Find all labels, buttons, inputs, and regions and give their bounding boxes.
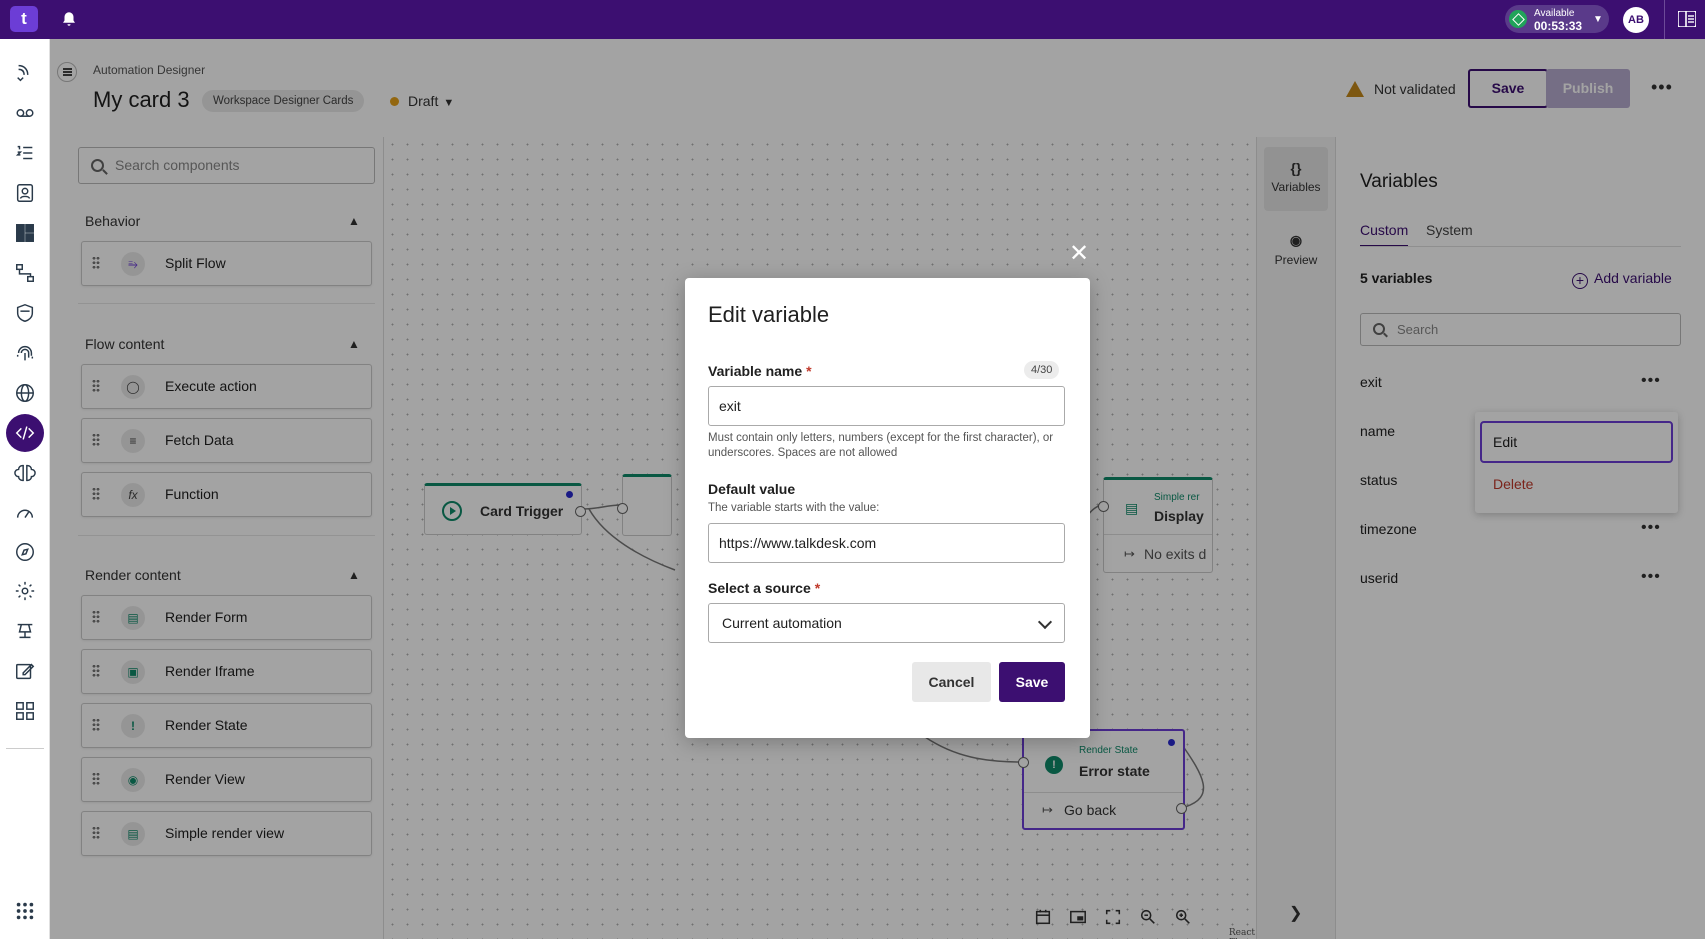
user-avatar[interactable]: AB	[1623, 7, 1649, 33]
status-label: Available	[1534, 8, 1575, 19]
edit-note-icon[interactable]	[12, 658, 38, 684]
ai-brain-icon[interactable]	[12, 460, 38, 486]
app-logo[interactable]: t	[10, 6, 38, 32]
chevron-down-icon	[1037, 614, 1053, 630]
widgets-icon[interactable]	[12, 698, 38, 724]
app-grid-icon[interactable]	[12, 898, 38, 924]
source-label: Select a source *	[708, 580, 820, 596]
required-marker: *	[814, 580, 821, 596]
top-bar: t Available 00:53:33 ▼ AB	[0, 0, 1705, 39]
character-counter: 4/30	[1024, 361, 1060, 379]
fingerprint-icon[interactable]	[12, 340, 38, 366]
default-value-input[interactable]: https://www.talkdesk.com	[708, 523, 1065, 563]
voicemail-icon[interactable]	[12, 100, 38, 126]
automation-designer-icon[interactable]	[6, 414, 44, 452]
topbar-divider	[1664, 0, 1665, 39]
close-icon[interactable]: ✕	[1069, 242, 1089, 266]
contacts-icon[interactable]	[12, 180, 38, 206]
nav-divider	[6, 748, 44, 749]
source-select-value: Current automation	[722, 615, 842, 631]
network-icon[interactable]	[12, 618, 38, 644]
variable-name-help: Must contain only letters, numbers (exce…	[708, 432, 1054, 459]
chevron-down-icon: ▼	[1593, 14, 1603, 25]
bell-icon[interactable]	[60, 10, 78, 28]
apps-menu-icon[interactable]	[1678, 11, 1696, 27]
source-select[interactable]: Current automation	[708, 603, 1065, 643]
status-timer: 00:53:33	[1534, 19, 1583, 33]
compass-icon[interactable]	[12, 539, 38, 565]
shield-icon[interactable]	[12, 300, 38, 326]
edit-variable-dialog: Edit variable Variable name * 4/30 exit M…	[685, 278, 1090, 738]
variable-name-label-text: Variable name	[708, 363, 803, 379]
globe-icon[interactable]	[12, 380, 38, 406]
default-value-help: The variable starts with the value:	[708, 502, 880, 514]
left-navigation	[0, 39, 50, 939]
numbered-list-icon[interactable]	[12, 140, 38, 166]
flow-icon[interactable]	[12, 260, 38, 286]
required-marker: *	[806, 363, 812, 379]
save-button[interactable]: Save	[999, 662, 1065, 702]
variable-name-label: Variable name *	[708, 363, 812, 379]
variable-name-input[interactable]: exit	[708, 386, 1065, 426]
callbar-icon[interactable]	[12, 60, 38, 86]
dialog-title: Edit variable	[708, 302, 830, 327]
default-value-label: Default value	[708, 481, 796, 497]
dashboard-icon[interactable]	[12, 220, 38, 246]
agent-status-selector[interactable]: Available 00:53:33 ▼	[1505, 5, 1609, 33]
available-status-icon	[1509, 10, 1527, 28]
cancel-button[interactable]: Cancel	[912, 662, 991, 702]
gear-icon[interactable]	[12, 578, 38, 604]
source-label-text: Select a source	[708, 580, 811, 596]
speedometer-icon[interactable]	[12, 500, 38, 526]
